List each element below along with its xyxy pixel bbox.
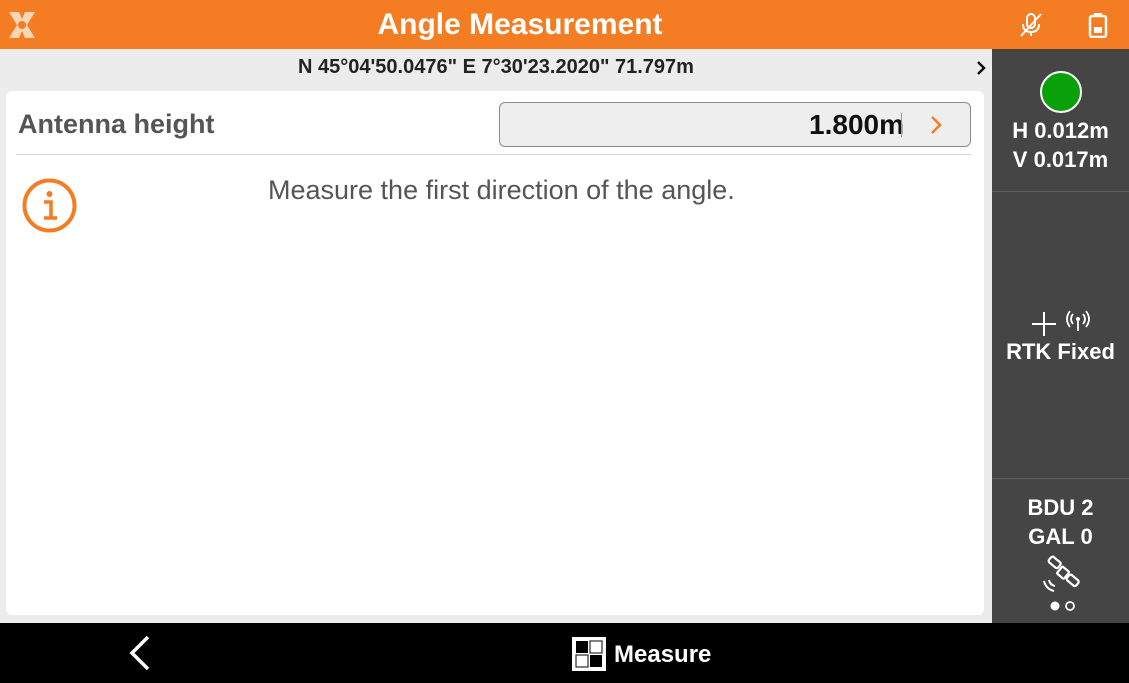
precision-section[interactable]: H 0.012m V 0.017m	[992, 49, 1129, 192]
constellation-gal: GAL 0	[1028, 524, 1093, 549]
antenna-height-field[interactable]: 1.800m	[499, 102, 971, 147]
page-dot[interactable]	[1065, 601, 1075, 611]
status-panel: H 0.012m V 0.017m RTK Fixed BDU 2 GAL 0	[992, 49, 1129, 623]
instruction-message: Measure the first direction of the angle…	[268, 175, 735, 205]
coordinate-bar[interactable]: N 45°04'50.0476" E 7°30'23.2020" 71.797m	[0, 49, 992, 89]
measure-label: Measure	[614, 641, 712, 668]
measure-button[interactable]: Measure	[568, 633, 718, 673]
constellation-bdu: BDU 2	[1027, 495, 1094, 520]
divider	[16, 154, 971, 155]
antenna-height-label: Antenna height	[18, 109, 215, 139]
app-window: Angle Measurement N 45°04'50.0476" E 7°3…	[0, 0, 1129, 683]
chevron-right-icon[interactable]	[974, 58, 988, 78]
antenna-height-value[interactable]: 1.800m	[809, 103, 904, 146]
chevron-right-icon[interactable]	[927, 112, 945, 138]
vertical-precision: V 0.017m	[1012, 147, 1109, 172]
info-icon	[22, 178, 77, 233]
current-position-text: N 45°04'50.0476" E 7°30'23.2020" 71.797m	[298, 56, 694, 78]
page-indicator[interactable]	[1048, 599, 1078, 613]
satellite-icon	[1043, 555, 1080, 592]
header-bar: Angle Measurement	[0, 0, 1129, 49]
page-dot-active[interactable]	[1050, 601, 1060, 611]
page-title: Angle Measurement	[377, 8, 663, 41]
bottom-action-bar: Measure	[0, 623, 1129, 683]
main-card: Antenna height 1.800m Measure the first …	[6, 91, 984, 615]
solution-section[interactable]: RTK Fixed	[992, 192, 1129, 479]
mic-off-icon[interactable]	[1018, 12, 1044, 38]
horizontal-precision: H 0.012m	[1012, 118, 1109, 143]
rtk-crosshair-icon	[1032, 310, 1090, 336]
satellites-section[interactable]: BDU 2 GAL 0	[992, 479, 1129, 623]
measure-icon	[572, 637, 606, 671]
battery-icon	[1088, 13, 1108, 38]
back-chevron-icon[interactable]	[120, 631, 160, 675]
rtk-solution-status: RTK Fixed	[1006, 339, 1115, 364]
text-cursor	[901, 113, 902, 137]
fix-status-indicator	[1040, 71, 1082, 113]
